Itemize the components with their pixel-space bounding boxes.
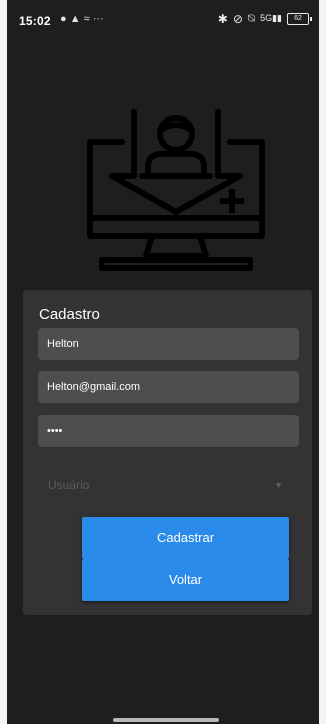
status-right-icons: ✱ ⊘ ⍉ 5G▮▮ 62 bbox=[217, 11, 312, 26]
app-screen: 15:02 ● ▲ ≈ ··· ✱ ⊘ ⍉ 5G▮▮ 62 Cadastro H… bbox=[7, 0, 319, 724]
form-title: Cadastro bbox=[39, 306, 100, 323]
register-button[interactable]: Cadastrar bbox=[82, 517, 289, 559]
back-button[interactable]: Voltar bbox=[82, 559, 289, 601]
chevron-down-icon: ▼ bbox=[274, 480, 283, 490]
link-icon: ⊘ bbox=[232, 11, 243, 26]
role-select[interactable]: Usuário ▼ bbox=[38, 470, 299, 500]
mute-icon: ⍉ bbox=[247, 11, 256, 25]
register-form: Cadastro Helton Helton@gmail.com •••• Us… bbox=[23, 290, 312, 615]
status-bar: 15:02 ● ▲ ≈ ··· ✱ ⊘ ⍉ 5G▮▮ 62 bbox=[7, 0, 319, 40]
name-field[interactable]: Helton bbox=[38, 328, 299, 360]
signal-label: 5G bbox=[260, 13, 273, 23]
password-field[interactable]: •••• bbox=[38, 415, 299, 447]
email-field[interactable]: Helton@gmail.com bbox=[38, 371, 299, 403]
signal-icon: 5G▮▮ bbox=[260, 13, 282, 23]
notification-icons: ● ▲ ≈ ··· bbox=[60, 13, 104, 25]
bluetooth-icon: ✱ bbox=[217, 11, 228, 26]
role-select-value: Usuário bbox=[48, 478, 90, 492]
home-indicator[interactable] bbox=[113, 718, 219, 722]
battery-level: 62 bbox=[294, 14, 302, 22]
computer-user-download-icon bbox=[87, 109, 265, 271]
battery-icon: 62 bbox=[287, 12, 312, 25]
status-time: 15:02 bbox=[19, 14, 51, 28]
